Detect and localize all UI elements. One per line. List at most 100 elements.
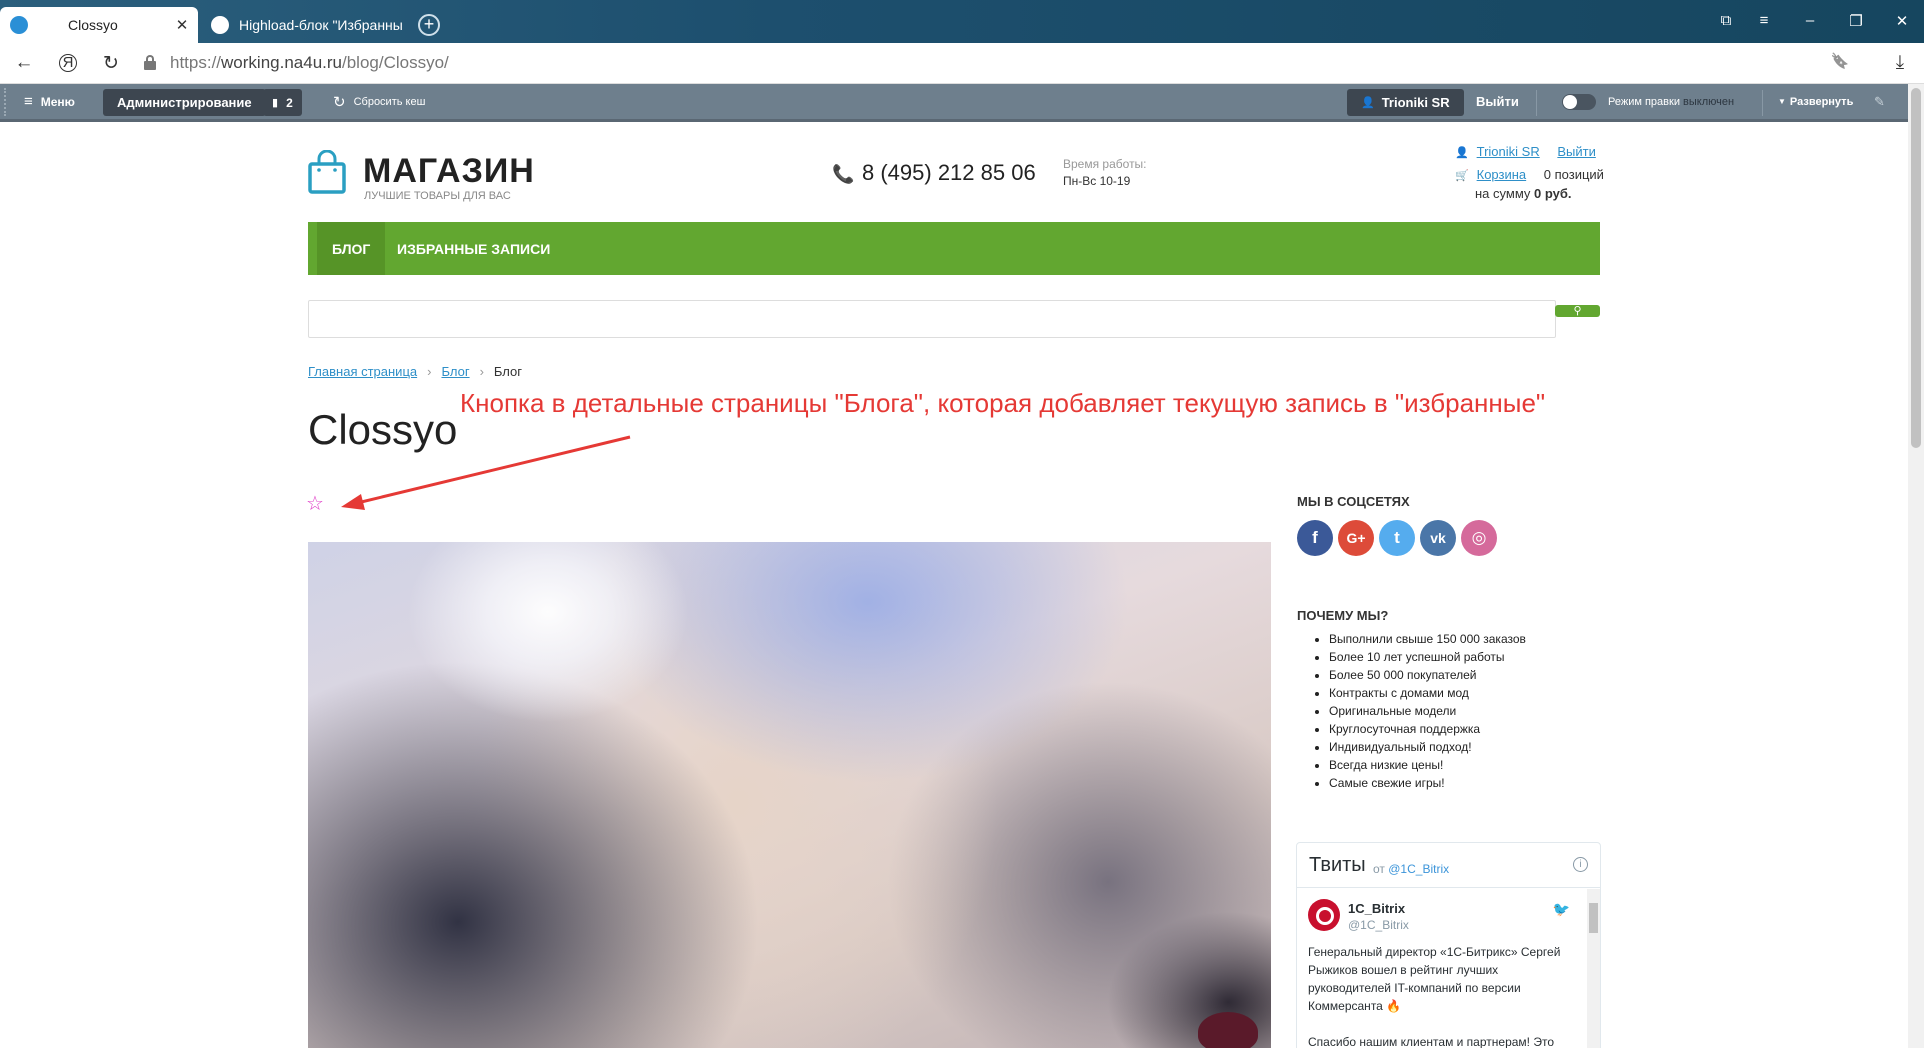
why-us-list: Выполнили свыше 150 000 заказов Более 10… [1329, 632, 1526, 794]
work-hours-value: Пн-Вс 10-19 [1063, 174, 1131, 188]
vk-icon[interactable]: vk [1420, 520, 1456, 556]
tab-title: Highload-блок "Избранны [239, 17, 403, 33]
annotation-text: Кнопка в детальные страницы "Блога", кот… [460, 388, 1546, 418]
list-item: Самые свежие игры! [1329, 776, 1526, 794]
page-content: МАГАЗИН ЛУЧШИЕ ТОВАРЫ ДЛЯ ВАС 📞 8 (495) … [0, 124, 1908, 1048]
url-host: working.na4u.ru [221, 53, 342, 72]
back-arrow-icon[interactable]: ← [12, 52, 36, 74]
minimize-icon[interactable]: – [1798, 12, 1822, 29]
breadcrumb-separator: › [479, 364, 484, 379]
list-item: Всегда низкие цены! [1329, 758, 1526, 776]
from-handle-link[interactable]: @1C_Bitrix [1388, 862, 1449, 876]
clear-cache-button[interactable]: ↻ Сбросить кеш [333, 84, 425, 119]
breadcrumb-home[interactable]: Главная страница [308, 364, 417, 379]
tab-title: Clossyo [68, 17, 118, 33]
menu-item-blog[interactable]: БЛОГ [317, 222, 386, 275]
social-links: f G+ t vk ◎ [1297, 520, 1497, 556]
add-to-favorites-star-icon[interactable]: ☆ [306, 494, 324, 514]
avatar[interactable] [1308, 899, 1340, 931]
post-image-detail [1198, 1012, 1258, 1048]
search-icon: ⚲ [1573, 305, 1582, 317]
twitter-widget-title: Твиты [1309, 854, 1366, 876]
breadcrumb-separator: › [427, 364, 432, 379]
logo-title: МАГАЗИН [363, 152, 535, 190]
expand-label: Развернуть [1789, 95, 1854, 108]
scrollbar-thumb[interactable] [1911, 88, 1921, 448]
administration-button[interactable]: Администрирование [103, 89, 266, 116]
twitter-widget: Твиты от @1C_Bitrix i 1C_Bitrix @1C_Bitr… [1296, 842, 1601, 1048]
maximize-icon[interactable]: ❐ [1844, 12, 1868, 30]
facebook-icon[interactable]: f [1297, 520, 1333, 556]
search-button[interactable]: ⚲ [1555, 305, 1600, 317]
tab-clossyo[interactable]: Clossyo ✕ [0, 7, 198, 43]
tweet-paragraph: Генеральный директор «1С-Битрикс» Сергей… [1308, 945, 1561, 1013]
tab-highload[interactable]: Highload-блок "Избранны [203, 7, 423, 43]
cart-sum: 0 руб. [1534, 186, 1572, 201]
list-item: Индивидуальный подход! [1329, 740, 1526, 758]
why-us-heading: ПОЧЕМУ МЫ? [1297, 608, 1389, 623]
divider [1536, 90, 1537, 116]
refresh-icon: ↻ [333, 93, 346, 111]
breadcrumb-blog[interactable]: Блог [441, 364, 469, 379]
list-item: Контракты с домами мод [1329, 686, 1526, 704]
tweet-author-name[interactable]: 1C_Bitrix [1348, 901, 1405, 916]
cart-count: 0 позиций [1543, 167, 1604, 182]
url-path: /blog/Clossyo/ [342, 53, 449, 72]
twitter-icon[interactable]: t [1379, 520, 1415, 556]
user-icon: 👤 [1361, 97, 1375, 109]
phone-icon: 📞 [832, 164, 855, 184]
work-hours-label: Время работы: [1063, 157, 1147, 171]
cart-icon: 🛒 [1455, 170, 1469, 182]
phone-number: 8 (495) 212 85 06 [862, 160, 1036, 185]
chevron-down-icon: ▼ [1778, 97, 1786, 106]
hamburger-icon: ≡ [24, 93, 33, 110]
instagram-icon[interactable]: ◎ [1461, 520, 1497, 556]
close-window-icon[interactable]: ✕ [1890, 12, 1914, 30]
edit-mode-toggle[interactable] [1562, 94, 1596, 110]
admin-menu-label: Меню [40, 94, 75, 109]
bookmark-icon[interactable]: 🔖 [1828, 52, 1852, 70]
info-icon[interactable]: i [1573, 857, 1588, 872]
yandex-icon[interactable]: Я [59, 54, 77, 72]
social-heading: МЫ В СОЦСЕТЯХ [1297, 494, 1410, 509]
edit-mode-text: Режим правки [1608, 95, 1680, 108]
list-item: Выполнили свыше 150 000 заказов [1329, 632, 1526, 650]
list-item: Более 50 000 покупателей [1329, 668, 1526, 686]
pin-icon[interactable]: ✎ [1874, 84, 1885, 119]
edit-mode-state: выключен [1683, 95, 1735, 108]
new-tab-button[interactable]: + [418, 14, 440, 36]
google-plus-icon[interactable]: G+ [1338, 520, 1374, 556]
drag-grip-icon[interactable] [4, 88, 7, 116]
menu-item-favorites[interactable]: ИЗБРАННЫЕ ЗАПИСИ [397, 222, 550, 275]
notifications-count: 2 [286, 95, 293, 110]
tweet-text: Генеральный директор «1С-Битрикс» Сергей… [1308, 943, 1578, 1048]
bitrix-favicon-icon [211, 16, 229, 34]
annotation-arrow [341, 435, 631, 510]
browser-tab-bar: Clossyo ✕ Highload-блок "Избранны + ⧉ ≡ … [0, 0, 1924, 43]
admin-menu-button[interactable]: ≡ Меню [24, 84, 75, 119]
cart-sum-label: на сумму [1475, 186, 1531, 201]
divider [1762, 90, 1763, 116]
bookmarks-panel-icon[interactable]: ⧉ [1714, 12, 1738, 29]
from-label: от [1373, 862, 1385, 876]
admin-logout-link[interactable]: Выйти [1476, 84, 1519, 119]
twitter-bird-icon: 🐦 [1552, 901, 1570, 917]
user-profile-link[interactable]: Trioniki SR [1477, 144, 1540, 159]
url-field[interactable]: https://working.na4u.ru/blog/Clossyo/ [170, 53, 449, 73]
post-image [308, 542, 1271, 1048]
search-input[interactable] [308, 300, 1556, 338]
page-scrollbar[interactable] [1908, 84, 1924, 1048]
expand-button[interactable]: ▼ Развернуть [1778, 84, 1853, 119]
twitter-widget-scrollbar[interactable] [1587, 889, 1600, 1048]
reload-icon[interactable]: ↻ [99, 52, 123, 75]
logo-subtitle: ЛУЧШИЕ ТОВАРЫ ДЛЯ ВАС [364, 190, 511, 202]
tab-close-icon[interactable]: ✕ [172, 16, 192, 34]
download-icon[interactable]: ⤓ [1888, 52, 1912, 74]
notifications-button[interactable]: ▮ 2 [263, 89, 302, 116]
edit-mode-label: Режим правки выключен [1608, 84, 1734, 119]
cart-link[interactable]: Корзина [1477, 167, 1527, 182]
browser-menu-icon[interactable]: ≡ [1752, 12, 1776, 29]
admin-user-button[interactable]: 👤 Trioniki SR [1347, 89, 1464, 116]
list-item: Оригинальные модели [1329, 704, 1526, 722]
logout-link[interactable]: Выйти [1557, 144, 1596, 159]
